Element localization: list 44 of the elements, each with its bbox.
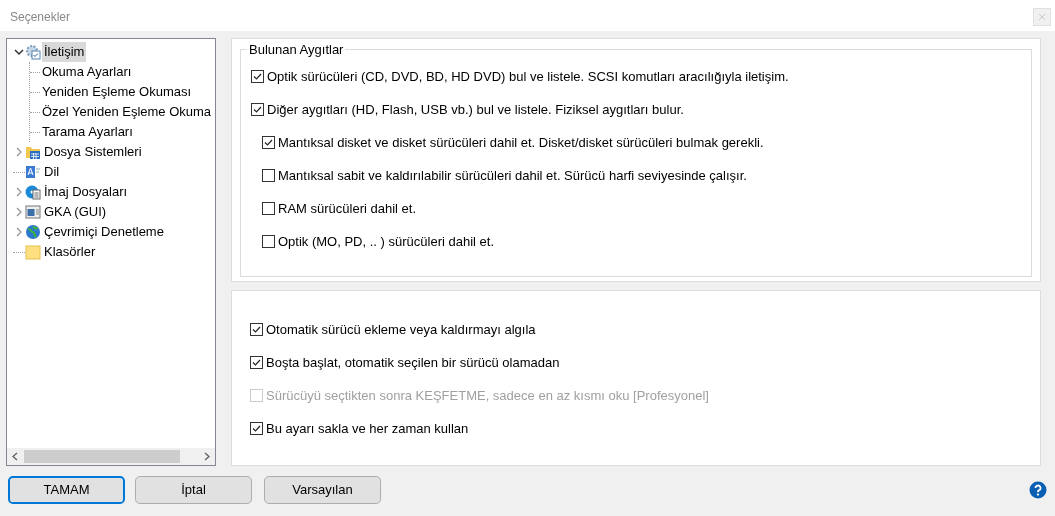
checked-checkbox[interactable] xyxy=(250,356,263,370)
option-label: Optik sürücüleri (CD, DVD, BD, HD DVD) bul ve listele. SCSI komutları aracılığıyla iletişim. xyxy=(267,67,789,86)
option-label: Bu ayarı sakla ve her zaman kullan xyxy=(266,420,469,439)
option-label: Otomatik sürücü ekleme veya kaldırmayı algıla xyxy=(266,321,536,340)
help-icon[interactable] xyxy=(1029,481,1047,499)
tree-item[interactable]: İmaj Dosyaları xyxy=(42,182,130,202)
option-label: Diğer aygıtları (HD, Flash, USB vb.) bul ve listele. Fiziksel aygıtları bulur. xyxy=(267,100,684,119)
option-label: RAM sürücüleri dahil et. xyxy=(278,199,416,218)
globe-icon xyxy=(25,224,41,240)
scrollbar-thumb[interactable] xyxy=(24,450,180,463)
option-label: Optik (MO, PD, .. ) sürücüleri dahil et. xyxy=(278,232,494,251)
window-icon xyxy=(25,204,41,220)
checkbox[interactable] xyxy=(262,202,275,215)
option-label: Mantıksal disket ve disket sürücüleri dahil et. Disket/disket sürücüleri bulmak gerekli. xyxy=(278,133,764,152)
tree-item[interactable]: Klasörler xyxy=(42,242,98,262)
checkbox[interactable] xyxy=(262,169,275,182)
checkbox[interactable] xyxy=(262,235,275,248)
tree-item[interactable]: Okuma Ayarları xyxy=(40,62,134,82)
tree-item[interactable]: Çevrimiçi Denetleme xyxy=(42,222,166,242)
window-title: Seçenekler xyxy=(10,8,71,26)
dialog-button[interactable]: TAMAM xyxy=(8,476,125,504)
tree-item[interactable]: GKA (GUI) xyxy=(42,202,109,222)
checked-checkbox[interactable] xyxy=(251,103,264,116)
gear-icon xyxy=(25,44,41,60)
checked-checkbox[interactable] xyxy=(251,70,264,83)
group-title: Bulunan Aygıtlar xyxy=(248,43,345,56)
folder-icon xyxy=(25,244,41,260)
dialog-button[interactable]: Varsayılan xyxy=(264,476,381,504)
disc-file-icon xyxy=(25,184,41,200)
option-label: Boşta başlat, otomatik seçilen bir sürücü olamadan xyxy=(266,354,560,373)
language-icon xyxy=(25,164,41,180)
option-label: Sürücüyü seçtikten sonra KEŞFETME, sadece en az kısmı oku [Profesyonel] xyxy=(266,387,709,406)
tree-item[interactable]: İletişim xyxy=(42,42,87,62)
folder-calendar-icon xyxy=(25,144,41,160)
tree-item[interactable]: Dosya Sistemleri xyxy=(42,142,144,162)
tree-item[interactable]: Dil xyxy=(42,162,62,182)
checked-checkbox[interactable] xyxy=(250,422,263,436)
tree-item[interactable]: Tarama Ayarları xyxy=(40,122,135,142)
option-label: Mantıksal sabit ve kaldırılabilir sürücüleri dahil et. Sürücü harfi seviyesinde çalışır. xyxy=(278,166,747,185)
checked-checkbox[interactable] xyxy=(262,136,275,149)
checked-checkbox[interactable] xyxy=(250,323,263,337)
tree-item[interactable]: Yeniden Eşleme Okuması xyxy=(40,82,194,102)
dialog-button[interactable]: İptal xyxy=(135,476,252,504)
tree-item[interactable]: Özel Yeniden Eşleme Okuma xyxy=(40,102,214,122)
